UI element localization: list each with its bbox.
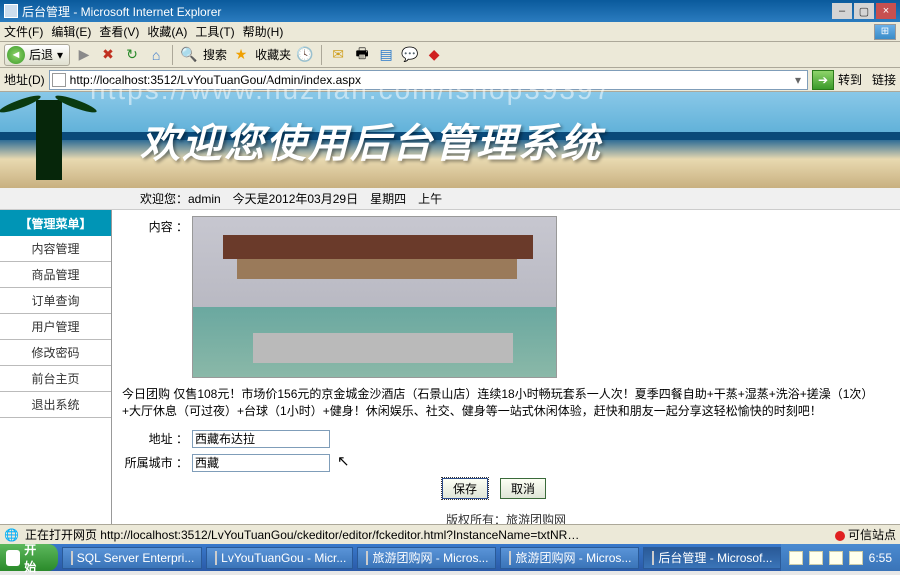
- menu-bar: 文件(F) 编辑(E) 查看(V) 收藏(A) 工具(T) 帮助(H) ⊞: [0, 22, 900, 42]
- history-button[interactable]: 🕓: [295, 45, 315, 65]
- palm-decoration: [36, 100, 62, 180]
- copyright-footer: 版权所有：旅游团购网: [122, 505, 890, 524]
- sidebar-item-password[interactable]: 修改密码: [0, 340, 111, 366]
- refresh-button[interactable]: ↻: [122, 45, 142, 65]
- app-icon: [509, 551, 511, 565]
- discuss-button[interactable]: 💬: [400, 45, 420, 65]
- sidebar-item-orders[interactable]: 订单查询: [0, 288, 111, 314]
- app-icon: [215, 551, 217, 565]
- taskbar-item[interactable]: 旅游团购网 - Micros...: [500, 547, 639, 569]
- address-input[interactable]: [192, 430, 330, 448]
- app-icon: [4, 4, 18, 18]
- clock: 6:55: [869, 551, 892, 565]
- status-text: 正在打开网页 http://localhost:3512/LvYouTuanGo…: [25, 526, 585, 543]
- taskbar: 开始 SQL Server Enterpri... LvYouTuanGou -…: [0, 544, 900, 571]
- forward-button[interactable]: ▶: [74, 45, 94, 65]
- back-dropdown-icon: ▾: [57, 48, 63, 62]
- window-title: 后台管理 - Microsoft Internet Explorer: [22, 3, 830, 20]
- sidebar-item-products[interactable]: 商品管理: [0, 262, 111, 288]
- tray-icon[interactable]: [829, 551, 843, 565]
- main-content: 内容 ： 今日团购 仅售108元！市场价156元的京金城金沙酒店（石景山店）连续…: [112, 210, 900, 524]
- stop-button[interactable]: ✖: [98, 45, 118, 65]
- go-label: 转到: [838, 71, 862, 88]
- home-button[interactable]: ⌂: [146, 45, 166, 65]
- system-tray[interactable]: 6:55: [781, 544, 900, 571]
- toolbar: ◄ 后退 ▾ ▶ ✖ ↻ ⌂ 🔍 搜索 ★ 收藏夹 🕓 ✉ 🖶 ▤ 💬 ◆: [0, 42, 900, 68]
- city-input[interactable]: [192, 454, 330, 472]
- research-button[interactable]: ◆: [424, 45, 444, 65]
- product-image: [192, 216, 557, 378]
- banner-title: 欢迎您使用后台管理系统: [140, 111, 602, 169]
- taskbar-item[interactable]: LvYouTuanGou - Micr...: [206, 547, 353, 569]
- links-label[interactable]: 链接: [872, 71, 896, 88]
- favorites-button[interactable]: ★: [231, 45, 251, 65]
- back-button[interactable]: ◄ 后退 ▾: [4, 44, 70, 66]
- start-label: 开始: [24, 541, 45, 575]
- app-icon: [366, 551, 368, 565]
- back-label: 后退: [29, 46, 53, 63]
- menu-edit[interactable]: 编辑(E): [51, 23, 91, 40]
- menu-tools[interactable]: 工具(T): [195, 23, 234, 40]
- trusted-zone: 可信站点: [835, 526, 896, 543]
- tray-icon[interactable]: [849, 551, 863, 565]
- menu-file[interactable]: 文件(F): [4, 23, 43, 40]
- mail-button[interactable]: ✉: [328, 45, 348, 65]
- windows-flag-icon: ⊞: [874, 24, 896, 40]
- sidebar-item-users[interactable]: 用户管理: [0, 314, 111, 340]
- separator-icon: [321, 45, 322, 65]
- windows-logo-icon: [6, 550, 20, 566]
- back-arrow-icon: ◄: [7, 46, 25, 64]
- minimize-button[interactable]: –: [832, 3, 852, 19]
- page-icon: [52, 73, 66, 87]
- tray-icon[interactable]: [789, 551, 803, 565]
- label-content: 内容 ：: [122, 216, 192, 378]
- start-button[interactable]: 开始: [0, 544, 58, 571]
- title-bar: 后台管理 - Microsoft Internet Explorer – ▢ ×: [0, 0, 900, 22]
- sidebar-item-logout[interactable]: 退出系统: [0, 392, 111, 418]
- menu-favorites[interactable]: 收藏(A): [147, 23, 187, 40]
- search-label: 搜索: [203, 46, 227, 63]
- app-icon: [652, 551, 654, 565]
- label-city: 所属城市 ：: [122, 454, 192, 471]
- address-dropdown-icon[interactable]: ▾: [791, 73, 805, 87]
- taskbar-item[interactable]: 旅游团购网 - Micros...: [357, 547, 496, 569]
- address-label: 地址(D): [4, 71, 45, 88]
- cancel-button[interactable]: 取消: [500, 478, 546, 499]
- go-button[interactable]: ➔: [812, 70, 834, 90]
- description-text: 今日团购 仅售108元！市场价156元的京金城金沙酒店（石景山店）连续18小时畅…: [122, 386, 890, 420]
- taskbar-item[interactable]: SQL Server Enterpri...: [62, 547, 202, 569]
- address-bar: 地址(D) http://localhost:3512/LvYouTuanGou…: [0, 68, 900, 92]
- close-button[interactable]: ×: [876, 3, 896, 19]
- workspace: 【管理菜单】 内容管理 商品管理 订单查询 用户管理 修改密码 前台主页 退出系…: [0, 210, 900, 524]
- maximize-button[interactable]: ▢: [854, 3, 874, 19]
- app-icon: [71, 551, 73, 565]
- search-button[interactable]: 🔍: [179, 45, 199, 65]
- menu-help[interactable]: 帮助(H): [243, 23, 284, 40]
- separator-icon: [172, 45, 173, 65]
- favorites-label: 收藏夹: [255, 46, 291, 63]
- label-address: 地址 ：: [122, 430, 192, 447]
- sidebar-item-front[interactable]: 前台主页: [0, 366, 111, 392]
- address-field[interactable]: http://localhost:3512/LvYouTuanGou/Admin…: [49, 70, 808, 90]
- status-globe-icon: 🌐: [4, 528, 19, 542]
- taskbar-item-active[interactable]: 后台管理 - Microsof...: [643, 547, 780, 569]
- welcome-text: 欢迎您：admin 今天是2012年03月29日 星期四 上午: [140, 190, 442, 207]
- menu-view[interactable]: 查看(V): [99, 23, 139, 40]
- save-button[interactable]: 保存: [442, 478, 488, 499]
- sidebar-item-content[interactable]: 内容管理: [0, 236, 111, 262]
- page-banner: 欢迎您使用后台管理系统: [0, 92, 900, 188]
- status-bar: 🌐 正在打开网页 http://localhost:3512/LvYouTuan…: [0, 524, 900, 544]
- tray-icon[interactable]: [809, 551, 823, 565]
- welcome-bar: 欢迎您：admin 今天是2012年03月29日 星期四 上午: [0, 188, 900, 210]
- mouse-cursor-icon: ↖: [337, 452, 350, 470]
- sidebar: 【管理菜单】 内容管理 商品管理 订单查询 用户管理 修改密码 前台主页 退出系…: [0, 210, 112, 524]
- url-text: http://localhost:3512/LvYouTuanGou/Admin…: [70, 73, 791, 87]
- sidebar-header: 【管理菜单】: [0, 210, 111, 236]
- edit-button[interactable]: ▤: [376, 45, 396, 65]
- print-button[interactable]: 🖶: [352, 45, 372, 65]
